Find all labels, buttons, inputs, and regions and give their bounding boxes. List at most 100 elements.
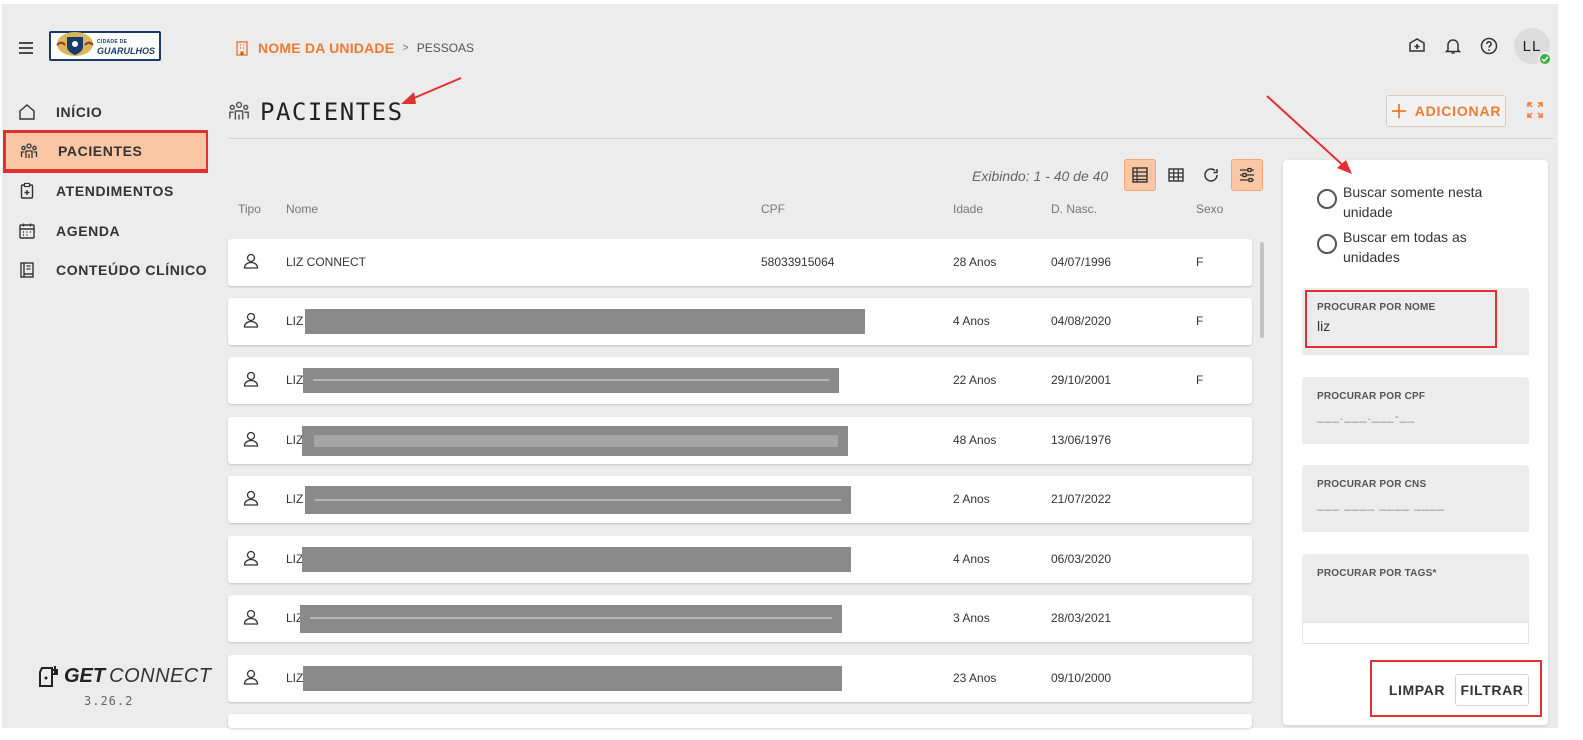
cell-nome: LIZ [286,492,304,506]
health-unit-icon[interactable] [1406,35,1428,57]
avatar-initials: LL [1522,37,1542,55]
cell-nasc: 13/06/1976 [1051,433,1112,447]
sidebar-item-atendimentos[interactable]: ATENDIMENTOS [4,171,208,211]
help-icon[interactable] [1478,35,1500,57]
sidebar-item-label: CONTEÚDO CLÍNICO [56,262,208,278]
bell-icon[interactable] [1442,35,1464,57]
radio-search-unit[interactable]: Buscar somente nesta unidade [1317,182,1513,222]
redaction-block [303,666,842,691]
sidebar-item-conteudo-clinico[interactable]: CONTEÚDO CLÍNICO [4,250,208,290]
radio-search-all-label: Buscar em todas as unidades [1343,229,1467,265]
radio-circle [1317,234,1337,254]
person-icon [242,311,260,329]
cell-idade: 4 Anos [953,314,990,328]
tags-search-label: PROCURAR POR TAGS* [1317,568,1437,579]
sidebar-item-label: ATENDIMENTOS [56,183,174,199]
cell-nome: LIZ [286,373,304,387]
cell-nome: LIZ [286,314,304,328]
filter-panel: Buscar somente nesta unidade Buscar em t… [1283,160,1548,725]
cell-idade: 23 Anos [953,671,997,685]
list-view-icon [1132,167,1148,183]
column-header-nome[interactable]: Nome [286,202,318,216]
breadcrumb-separator: > [402,42,409,54]
column-header-cpf[interactable]: CPF [761,202,785,216]
table-row[interactable]: LIZ 23 Anos 09/10/2000 [228,655,1252,702]
sidebar-item-agenda[interactable]: AGENDA [4,211,208,251]
logo-small-text: CIDADE DE [97,39,128,45]
column-header-tipo[interactable]: Tipo [238,202,261,216]
cell-idade: 2 Anos [953,492,990,506]
fullscreen-icon[interactable] [1526,101,1544,119]
column-header-sexo[interactable]: Sexo [1196,202,1223,216]
cell-sexo: F [1196,255,1204,269]
cell-nasc: 21/07/2022 [1051,492,1112,506]
radio-search-all[interactable]: Buscar em todas as unidades [1317,227,1513,267]
grid-view-button[interactable] [1160,159,1192,191]
logo-name: GUARULHOS [97,46,155,56]
cell-nasc: 04/08/2020 [1051,314,1112,328]
cell-sexo: F [1196,314,1204,328]
add-button[interactable]: ADICIONAR [1386,95,1506,127]
list-scrollbar[interactable] [1260,242,1264,338]
column-header-idade[interactable]: Idade [953,202,983,216]
getconnect-logo-icon [38,664,60,688]
filter-button[interactable]: FILTRAR [1455,674,1529,706]
cns-search-field[interactable]: PROCURAR POR CNS ___ ____ ____ ____ [1302,465,1529,532]
list-view-button[interactable] [1124,159,1156,191]
sidebar-item-label: INÍCIO [56,104,103,120]
cns-search-label: PROCURAR POR CNS [1317,479,1427,490]
redaction-block [305,309,865,334]
cell-sexo: F [1196,373,1204,387]
table-row[interactable]: LIZ 4 Anos 04/08/2020 F [228,298,1252,345]
filter-toggle-button[interactable] [1231,159,1263,191]
cell-nome: LIZ [286,671,304,685]
breadcrumb: NOME DA UNIDADE > PESSOAS [234,40,474,56]
tags-search-field[interactable]: PROCURAR POR TAGS* [1302,554,1529,644]
annotation-highlight-name [1305,290,1497,348]
table-row[interactable]: LIZ 48 Anos 13/06/1976 [228,417,1252,464]
grid-view-icon [1168,168,1184,182]
cell-nome: LIZ CONNECT [286,255,367,269]
person-icon [242,549,260,567]
building-icon [234,40,250,56]
radio-search-unit-label: Buscar somente nesta unidade [1343,184,1483,220]
cell-nasc: 09/10/2000 [1051,671,1112,685]
table-row[interactable]: LIZ 4 Anos 06/03/2020 [228,536,1252,583]
avatar[interactable]: LL [1514,28,1552,66]
redaction-block [302,547,851,572]
results-count: Exibindo: 1 - 40 de 40 [972,168,1109,184]
cell-nome: LIZ [286,433,304,447]
radio-circle [1317,189,1337,209]
person-icon [242,252,260,270]
header-divider [228,138,1554,139]
table-row[interactable]: LIZ 22 Anos 29/10/2001 F [228,357,1252,404]
table-row[interactable]: LIZ CONNECT 58033915064 28 Anos 04/07/19… [228,239,1252,286]
breadcrumb-unit[interactable]: NOME DA UNIDADE [258,40,394,56]
person-icon [242,370,260,388]
cell-nasc: 04/07/1996 [1051,255,1112,269]
tags-input-strip[interactable] [1302,622,1529,644]
table-row-partial[interactable] [228,714,1252,728]
guarulhos-logo: CIDADE DE GUARULHOS [49,31,161,61]
cell-nasc: 29/10/2001 [1051,373,1112,387]
brand-get: GET [64,664,106,687]
plus-icon [1391,103,1407,119]
table-row[interactable]: LIZ 2 Anos 21/07/2022 [228,476,1252,523]
refresh-button[interactable] [1195,159,1227,191]
cpf-search-field[interactable]: PROCURAR POR CPF ___.___.___-__ [1302,377,1529,444]
sidebar-item-inicio[interactable]: INÍCIO [4,92,208,132]
menu-icon[interactable] [16,38,36,58]
table-row[interactable]: LIZ 3 Anos 28/03/2021 [228,595,1252,642]
redaction-block [300,605,842,633]
patients-title-icon [228,100,250,122]
sliders-icon [1240,167,1254,183]
cell-idade: 28 Anos [953,255,997,269]
column-header-nasc[interactable]: D. Nasc. [1051,202,1097,216]
cell-idade: 4 Anos [953,552,990,566]
cns-search-mask: ___ ____ ____ ____ [1317,497,1446,511]
cell-idade: 22 Anos [953,373,997,387]
person-icon [242,668,260,686]
clear-button[interactable]: LIMPAR [1381,674,1453,706]
cell-cpf: 58033915064 [761,255,835,269]
breadcrumb-current: PESSOAS [416,41,475,55]
